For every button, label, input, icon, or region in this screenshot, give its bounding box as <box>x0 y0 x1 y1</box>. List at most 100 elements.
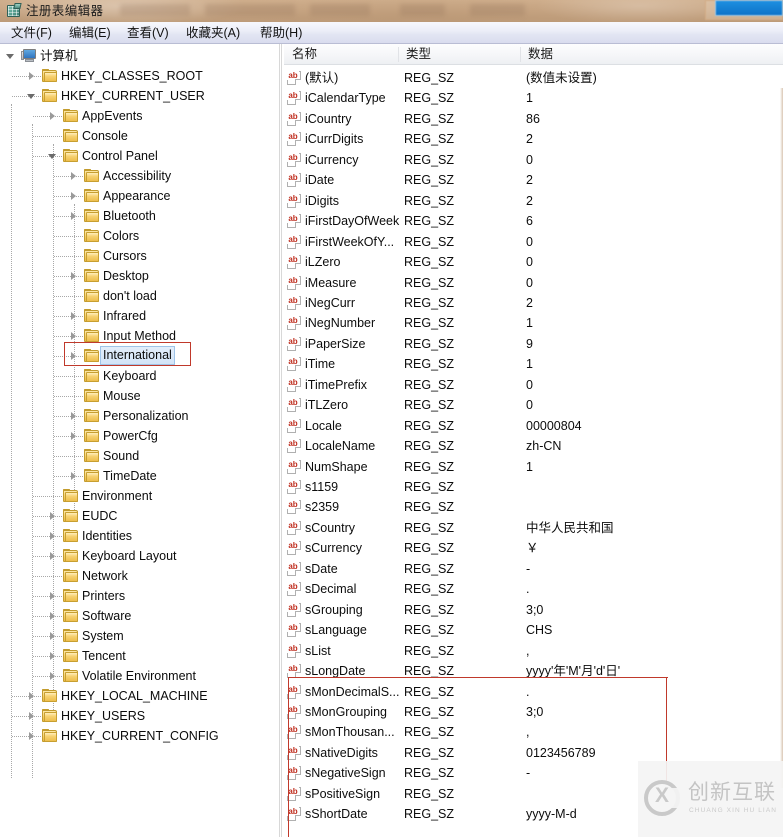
registry-value-row[interactable]: ab Locale REG_SZ 00000804 <box>284 416 783 437</box>
tree-collapse-triangle-icon[interactable] <box>48 152 57 161</box>
menu-item-3[interactable]: 收藏夹(A) <box>181 24 245 42</box>
pane-splitter[interactable] <box>279 44 282 837</box>
registry-value-row[interactable]: ab iCalendarType REG_SZ 1 <box>284 88 783 109</box>
registry-value-row[interactable]: ab sDate REG_SZ - <box>284 559 783 580</box>
registry-value-row[interactable]: ab sCurrency REG_SZ ￥ <box>284 538 783 559</box>
registry-value-row[interactable]: ab iNegNumber REG_SZ 1 <box>284 313 783 334</box>
registry-value-row[interactable]: ab NumShape REG_SZ 1 <box>284 457 783 478</box>
tree-item-personalization[interactable]: Personalization <box>0 406 278 426</box>
menu-item-1[interactable]: 编辑(E) <box>64 24 116 42</box>
tree-expand-triangle-icon[interactable] <box>48 632 57 641</box>
tree-item-accessibility[interactable]: Accessibility <box>0 166 278 186</box>
tree-item-infrared[interactable]: Infrared <box>0 306 278 326</box>
registry-value-row[interactable]: ab iCurrDigits REG_SZ 2 <box>284 129 783 150</box>
registry-value-row[interactable]: ab iDate REG_SZ 2 <box>284 170 783 191</box>
registry-value-row[interactable]: ab (默认) REG_SZ (数值未设置) <box>284 68 783 89</box>
window-controls-highlight[interactable] <box>715 0 783 16</box>
tree-expand-triangle-icon[interactable] <box>69 472 78 481</box>
tree-expand-triangle-icon[interactable] <box>27 72 36 81</box>
tree-expand-triangle-icon[interactable] <box>69 192 78 201</box>
tree-item-cursors[interactable]: Cursors <box>0 246 278 266</box>
tree-collapse-triangle-icon[interactable] <box>27 92 36 101</box>
registry-value-row[interactable]: ab iTLZero REG_SZ 0 <box>284 395 783 416</box>
tree-expand-triangle-icon[interactable] <box>48 112 57 121</box>
registry-value-row[interactable]: ab iNegCurr REG_SZ 2 <box>284 293 783 314</box>
tree-expand-triangle-icon[interactable] <box>69 412 78 421</box>
tree-item-colors[interactable]: Colors <box>0 226 278 246</box>
registry-value-row[interactable]: ab sList REG_SZ, <box>284 641 783 662</box>
tree-expand-triangle-icon[interactable] <box>48 552 57 561</box>
column-divider[interactable] <box>520 47 521 62</box>
tree-item-appevents[interactable]: AppEvents <box>0 106 278 126</box>
tree-expand-triangle-icon[interactable] <box>48 612 57 621</box>
registry-value-row[interactable]: ab sLanguage REG_SZ CHS <box>284 620 783 641</box>
tree-item-hkey-classes-root[interactable]: HKEY_CLASSES_ROOT <box>0 66 278 86</box>
tree-expand-triangle-icon[interactable] <box>48 532 57 541</box>
tree-item-timedate[interactable]: TimeDate <box>0 466 278 486</box>
registry-value-row[interactable]: ab iLZero REG_SZ 0 <box>284 252 783 273</box>
tree-item-powercfg[interactable]: PowerCfg <box>0 426 278 446</box>
registry-values-pane[interactable]: 名称 类型 数据 ab (默认) REG_SZ (数值未设置) ab iCalendarTyp… <box>284 44 783 837</box>
registry-value-row[interactable]: ab s1159 REG_SZ <box>284 477 783 498</box>
tree-item-console[interactable]: Console <box>0 126 278 146</box>
tree-item-keyboard[interactable]: Keyboard <box>0 366 278 386</box>
tree-item-hkey-current-user[interactable]: HKEY_CURRENT_USER <box>0 86 278 106</box>
tree-item-identities[interactable]: Identities <box>0 526 278 546</box>
registry-value-row[interactable]: ab iCurrency REG_SZ 0 <box>284 150 783 171</box>
tree-item-environment[interactable]: Environment <box>0 486 278 506</box>
registry-value-row[interactable]: ab iTimePrefix REG_SZ 0 <box>284 375 783 396</box>
tree-expand-triangle-icon[interactable] <box>69 312 78 321</box>
tree-item-keyboard-layout[interactable]: Keyboard Layout <box>0 546 278 566</box>
tree-expand-triangle-icon[interactable] <box>27 712 36 721</box>
tree-item--[interactable]: 计算机 <box>0 46 278 66</box>
tree-item-volatile-environment[interactable]: Volatile Environment <box>0 666 278 686</box>
registry-value-row[interactable]: ab sMonGrouping REG_SZ 3;0 <box>284 702 783 723</box>
tree-expand-triangle-icon[interactable] <box>69 352 78 361</box>
registry-value-row[interactable]: ab sCountry REG_SZ 中华人民共和国 <box>284 518 783 539</box>
column-header-0[interactable]: 名称 <box>288 44 317 64</box>
registry-value-row[interactable]: ab iPaperSize REG_SZ 9 <box>284 334 783 355</box>
tree-item-hkey-users[interactable]: HKEY_USERS <box>0 706 278 726</box>
tree-expand-triangle-icon[interactable] <box>69 172 78 181</box>
registry-value-row[interactable]: ab LocaleName REG_SZ zh-CN <box>284 436 783 457</box>
tree-item-hkey-current-config[interactable]: HKEY_CURRENT_CONFIG <box>0 726 278 746</box>
tree-item-bluetooth[interactable]: Bluetooth <box>0 206 278 226</box>
column-header-1[interactable]: 类型 <box>402 44 431 64</box>
registry-value-row[interactable]: ab sMonDecimalS... REG_SZ. <box>284 682 783 703</box>
tree-collapse-triangle-icon[interactable] <box>6 52 15 61</box>
tree-item-system[interactable]: System <box>0 626 278 646</box>
registry-value-row[interactable]: ab iTime REG_SZ 1 <box>284 354 783 375</box>
tree-item-hkey-local-machine[interactable]: HKEY_LOCAL_MACHINE <box>0 686 278 706</box>
registry-value-row[interactable]: ab sMonThousan... REG_SZ, <box>284 722 783 743</box>
menu-item-2[interactable]: 查看(V) <box>122 24 174 42</box>
tree-item-software[interactable]: Software <box>0 606 278 626</box>
tree-expand-triangle-icon[interactable] <box>48 592 57 601</box>
tree-expand-triangle-icon[interactable] <box>27 692 36 701</box>
tree-item-control-panel[interactable]: Control Panel <box>0 146 278 166</box>
registry-value-row[interactable]: ab iCountry REG_SZ 86 <box>284 109 783 130</box>
tree-item-appearance[interactable]: Appearance <box>0 186 278 206</box>
tree-expand-triangle-icon[interactable] <box>48 512 57 521</box>
registry-value-row[interactable]: ab sLongDate REG_SZ yyyy'年'M'月'd'日' <box>284 661 783 682</box>
tree-item-international[interactable]: International <box>0 346 278 366</box>
registry-tree-pane[interactable]: 计算机 HKEY_CLASSES_ROOT HKEY_CURRENT_USER App… <box>0 44 279 837</box>
registry-value-row[interactable]: ab iFirstWeekOfY... REG_SZ 0 <box>284 232 783 253</box>
registry-value-row[interactable]: ab sGrouping REG_SZ 3;0 <box>284 600 783 621</box>
tree-item-mouse[interactable]: Mouse <box>0 386 278 406</box>
tree-expand-triangle-icon[interactable] <box>69 432 78 441</box>
menu-item-4[interactable]: 帮助(H) <box>255 24 307 42</box>
registry-value-row[interactable]: ab iMeasure REG_SZ 0 <box>284 273 783 294</box>
column-divider[interactable] <box>398 47 399 62</box>
tree-item-desktop[interactable]: Desktop <box>0 266 278 286</box>
menu-item-0[interactable]: 文件(F) <box>6 24 57 42</box>
registry-value-row[interactable]: ab sDecimal REG_SZ. <box>284 579 783 600</box>
tree-expand-triangle-icon[interactable] <box>69 332 78 341</box>
tree-expand-triangle-icon[interactable] <box>69 212 78 221</box>
tree-item-tencent[interactable]: Tencent <box>0 646 278 666</box>
column-header-2[interactable]: 数据 <box>524 44 553 64</box>
tree-expand-triangle-icon[interactable] <box>69 272 78 281</box>
registry-value-row[interactable]: ab s2359 REG_SZ <box>284 497 783 518</box>
registry-value-row[interactable]: ab iFirstDayOfWeek REG_SZ 6 <box>284 211 783 232</box>
tree-item-don-t-load[interactable]: don't load <box>0 286 278 306</box>
tree-expand-triangle-icon[interactable] <box>27 732 36 741</box>
